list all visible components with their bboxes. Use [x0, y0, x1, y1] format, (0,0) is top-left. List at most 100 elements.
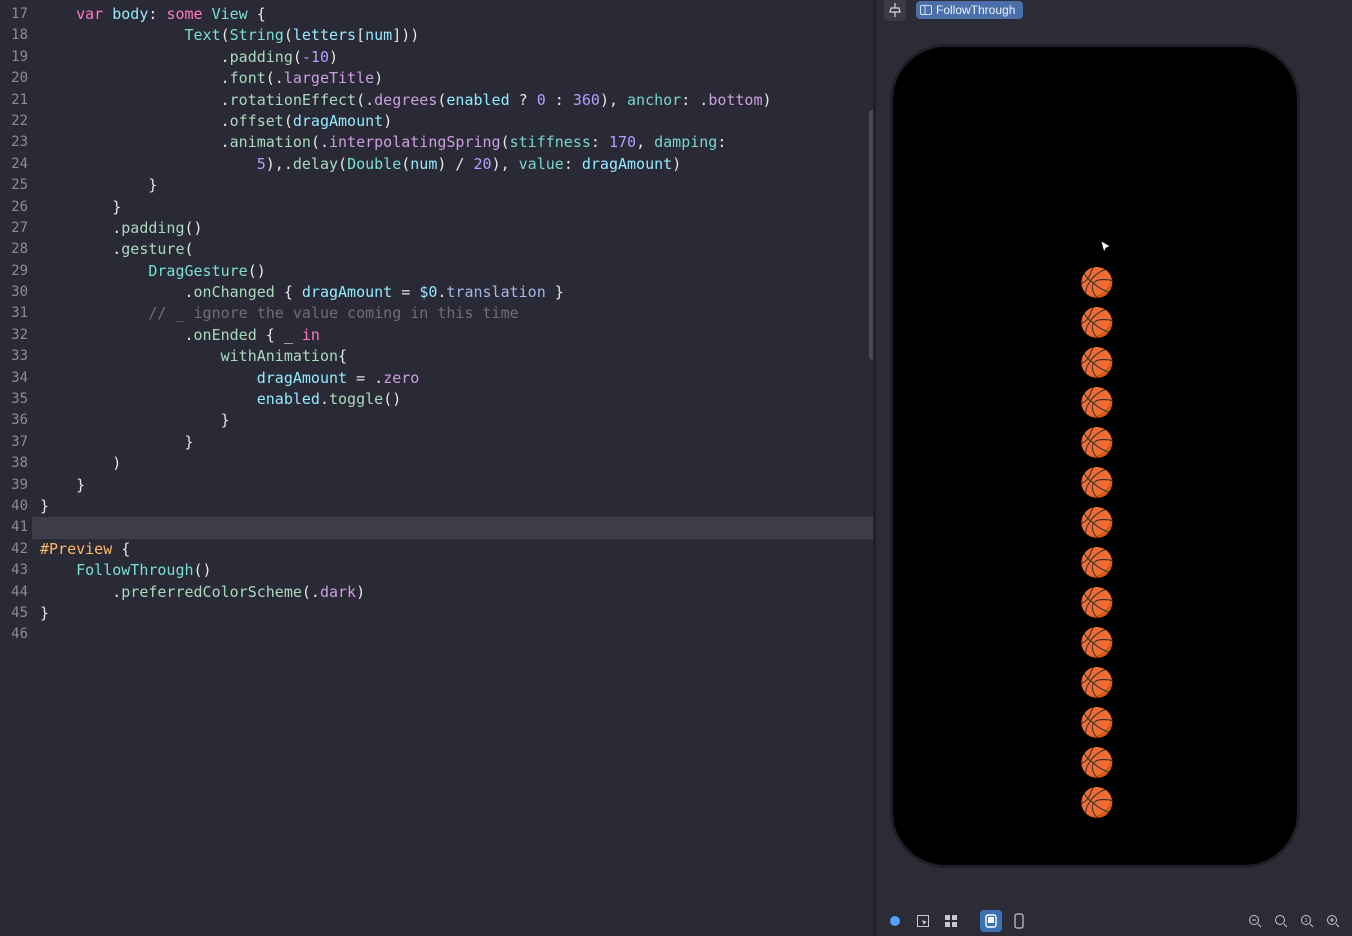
code-line[interactable]: }: [32, 432, 876, 453]
ball-item[interactable]: 🏀: [1080, 627, 1111, 658]
code-line[interactable]: ): [32, 453, 876, 474]
line-number: 18: [0, 25, 32, 46]
code-line[interactable]: dragAmount = .zero: [32, 368, 876, 389]
line-number: 30: [0, 282, 32, 303]
line-number: 41: [0, 517, 32, 538]
grid-icon: [944, 914, 958, 928]
code-line[interactable]: }: [32, 175, 876, 196]
line-number: 44: [0, 582, 32, 603]
preview-canvas: FollowThrough 🏀 🏀 🏀 🏀 🏀 🏀 🏀 🏀 🏀 🏀 🏀 🏀 🏀 🏀: [876, 0, 1352, 936]
preview-header: FollowThrough: [884, 0, 1023, 20]
line-number-gutter: 1718192021222324252627282930313233343536…: [0, 0, 32, 936]
line-number: 22: [0, 111, 32, 132]
select-icon: [916, 914, 930, 928]
code-line[interactable]: 5),.delay(Double(num) / 20), value: drag…: [32, 154, 876, 175]
device-icon: [984, 914, 998, 928]
zoom-fit-button[interactable]: [1270, 910, 1292, 932]
preview-tag-label: FollowThrough: [936, 3, 1015, 17]
device-frame[interactable]: 🏀 🏀 🏀 🏀 🏀 🏀 🏀 🏀 🏀 🏀 🏀 🏀 🏀 🏀: [890, 44, 1300, 868]
code-line[interactable]: #Preview {: [32, 539, 876, 560]
ball-item[interactable]: 🏀: [1080, 707, 1111, 738]
selectable-button[interactable]: [912, 910, 934, 932]
preview-variants-button[interactable]: [1008, 910, 1030, 932]
line-number: 35: [0, 389, 32, 410]
line-number: 19: [0, 47, 32, 68]
line-number: 42: [0, 539, 32, 560]
line-number: 37: [0, 432, 32, 453]
line-number: 27: [0, 218, 32, 239]
variants-button[interactable]: [940, 910, 962, 932]
line-number: 23: [0, 132, 32, 153]
code-line[interactable]: .rotationEffect(.degrees(enabled ? 0 : 3…: [32, 90, 876, 111]
scrollbar-thumb[interactable]: [869, 110, 876, 360]
ball-item[interactable]: 🏀: [1080, 387, 1111, 418]
ball-stack[interactable]: 🏀 🏀 🏀 🏀 🏀 🏀 🏀 🏀 🏀 🏀 🏀 🏀 🏀 🏀: [1080, 267, 1111, 818]
variants-icon: [1014, 913, 1024, 929]
zoom-100-button[interactable]: 1: [1296, 910, 1318, 932]
code-line[interactable]: [32, 624, 876, 645]
preview-tag[interactable]: FollowThrough: [916, 1, 1023, 19]
code-line[interactable]: enabled.toggle(): [32, 389, 876, 410]
code-line[interactable]: withAnimation{: [32, 346, 876, 367]
code-line[interactable]: DragGesture(): [32, 261, 876, 282]
zoom-out-button[interactable]: [1244, 910, 1266, 932]
code-line[interactable]: .offset(dragAmount): [32, 111, 876, 132]
ball-item[interactable]: 🏀: [1080, 427, 1111, 458]
code-line[interactable]: .gesture(: [32, 239, 876, 260]
ball-item[interactable]: 🏀: [1080, 787, 1111, 818]
line-number: 33: [0, 346, 32, 367]
code-line[interactable]: .font(.largeTitle): [32, 68, 876, 89]
line-number: 39: [0, 475, 32, 496]
code-line[interactable]: .animation(.interpolatingSpring(stiffnes…: [32, 132, 876, 153]
square-split-icon: [920, 5, 932, 15]
line-number: 21: [0, 90, 32, 111]
line-number: 25: [0, 175, 32, 196]
pin-button[interactable]: [884, 0, 906, 21]
code-line[interactable]: .onEnded { _ in: [32, 325, 876, 346]
ball-item[interactable]: 🏀: [1080, 347, 1111, 378]
code-line[interactable]: FollowThrough(): [32, 560, 876, 581]
ball-item[interactable]: 🏀: [1080, 667, 1111, 698]
line-number: 40: [0, 496, 32, 517]
code-line[interactable]: // _ ignore the value coming in this tim…: [32, 303, 876, 324]
line-number: 26: [0, 197, 32, 218]
preview-device-button[interactable]: [980, 910, 1002, 932]
line-number: 24: [0, 154, 32, 175]
line-number: 43: [0, 560, 32, 581]
line-number: 28: [0, 239, 32, 260]
line-number: 45: [0, 603, 32, 624]
code-line[interactable]: }: [32, 410, 876, 431]
ball-item[interactable]: 🏀: [1080, 547, 1111, 578]
code-content[interactable]: var body: some View { Text(String(letter…: [32, 0, 876, 646]
cursor-icon: [1099, 239, 1115, 255]
code-editor[interactable]: 1718192021222324252627282930313233343536…: [0, 0, 876, 936]
ball-item[interactable]: 🏀: [1080, 587, 1111, 618]
live-dot-icon: [889, 915, 901, 927]
line-number: 31: [0, 303, 32, 324]
ball-item[interactable]: 🏀: [1080, 467, 1111, 498]
code-line[interactable]: .padding(-10): [32, 47, 876, 68]
code-line[interactable]: }: [32, 603, 876, 624]
line-number: 29: [0, 261, 32, 282]
ball-item[interactable]: 🏀: [1080, 267, 1111, 298]
ball-item[interactable]: 🏀: [1080, 307, 1111, 338]
ball-item[interactable]: 🏀: [1080, 747, 1111, 778]
live-preview-button[interactable]: [884, 910, 906, 932]
code-line[interactable]: var body: some View {: [32, 4, 876, 25]
zoom-in-button[interactable]: [1322, 910, 1344, 932]
line-number: 46: [0, 624, 32, 645]
svg-text:1: 1: [1304, 918, 1307, 924]
code-line[interactable]: }: [32, 475, 876, 496]
code-line[interactable]: [32, 517, 876, 538]
code-line[interactable]: }: [32, 197, 876, 218]
code-line[interactable]: .padding(): [32, 218, 876, 239]
code-line[interactable]: }: [32, 496, 876, 517]
ball-item[interactable]: 🏀: [1080, 507, 1111, 538]
code-line[interactable]: .preferredColorScheme(.dark): [32, 582, 876, 603]
code-line[interactable]: Text(String(letters[num])): [32, 25, 876, 46]
line-number: 38: [0, 453, 32, 474]
code-line[interactable]: .onChanged { dragAmount = $0.translation…: [32, 282, 876, 303]
line-number: 34: [0, 368, 32, 389]
line-number: 20: [0, 68, 32, 89]
zoom-in-icon: [1326, 914, 1340, 928]
